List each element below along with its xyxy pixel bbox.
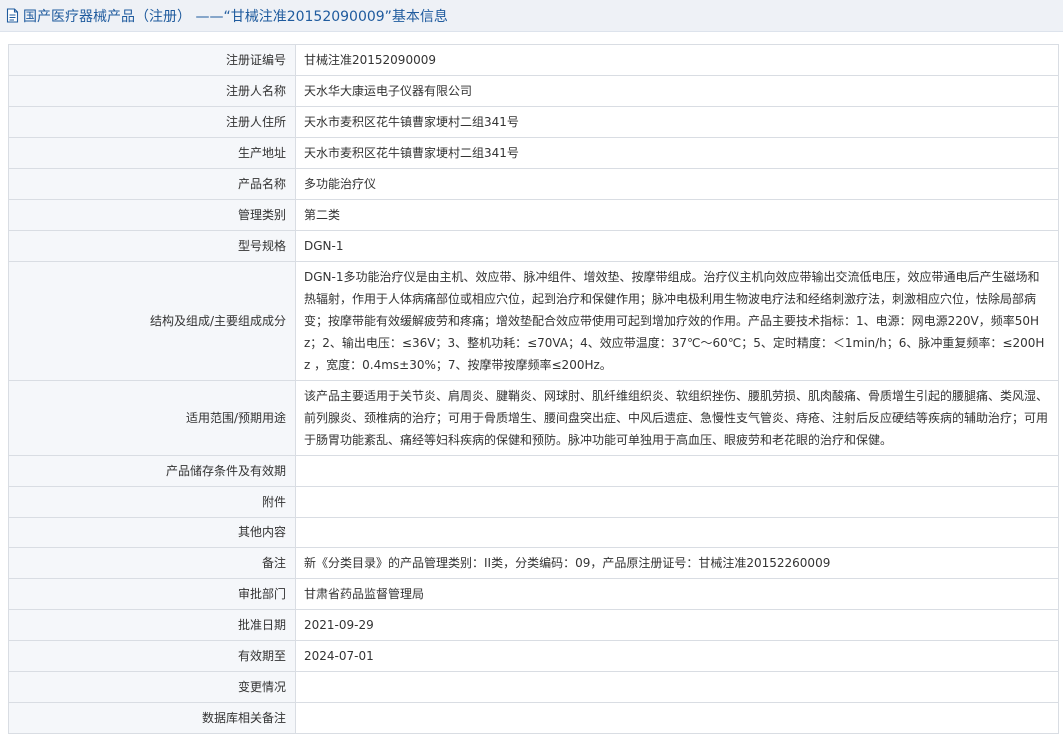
table-row: 产品储存条件及有效期 (8, 455, 1059, 487)
field-label: 注册证编号 (8, 44, 296, 76)
field-label: 备注 (8, 547, 296, 580)
table-row: 适用范围/预期用途 该产品主要适用于关节炎、肩周炎、腱鞘炎、网球肘、肌纤维组织炎… (8, 380, 1059, 456)
info-table: 注册证编号 甘械注准20152090009 注册人名称 天水华大康运电子仪器有限… (8, 44, 1059, 734)
field-value: 多功能治疗仪 (295, 168, 1059, 200)
field-value: 天水市麦积区花牛镇曹家埂村二组341号 (295, 106, 1059, 138)
table-row: 管理类别 第二类 (8, 199, 1059, 231)
field-label: 有效期至 (8, 640, 296, 673)
table-row: 备注 新《分类目录》的产品管理类别：II类，分类编码：09，产品原注册证号：甘械… (8, 547, 1059, 580)
table-row: 变更情况 (8, 671, 1059, 704)
table-row: 注册证编号 甘械注准20152090009 (8, 44, 1059, 76)
field-value (295, 702, 1059, 734)
table-row: 注册人名称 天水华大康运电子仪器有限公司 (8, 75, 1059, 107)
field-label: 批准日期 (8, 609, 296, 642)
field-label: 附件 (8, 485, 296, 518)
table-row: 有效期至 2024-07-01 (8, 640, 1059, 673)
field-label: 型号规格 (8, 230, 296, 262)
table-row: 批准日期 2021-09-29 (8, 609, 1059, 642)
field-value (295, 671, 1059, 704)
field-value: 甘肃省药品监督管理局 (295, 578, 1059, 611)
field-value: DGN-1多功能治疗仪是由主机、效应带、脉冲组件、增效垫、按摩带组成。治疗仪主机… (295, 261, 1059, 381)
field-label: 审批部门 (8, 578, 296, 611)
field-label: 结构及组成/主要组成成分 (8, 261, 296, 381)
field-label: 其他内容 (8, 516, 296, 549)
page-header: 国产医疗器械产品（注册） ——“甘械注准20152090009”基本信息 (0, 0, 1063, 32)
field-value: 天水华大康运电子仪器有限公司 (295, 75, 1059, 107)
table-row: 产品名称 多功能治疗仪 (8, 168, 1059, 200)
table-row: 其他内容 (8, 516, 1059, 549)
field-label: 生产地址 (8, 137, 296, 169)
field-value: 天水市麦积区花牛镇曹家埂村二组341号 (295, 137, 1059, 169)
field-label: 注册人住所 (8, 106, 296, 138)
field-value: DGN-1 (295, 230, 1059, 262)
field-value (295, 516, 1059, 549)
table-row: 数据库相关备注 (8, 702, 1059, 734)
table-row: 型号规格 DGN-1 (8, 230, 1059, 262)
field-label: 数据库相关备注 (8, 702, 296, 734)
field-value: 2021-09-29 (295, 609, 1059, 642)
field-label: 管理类别 (8, 199, 296, 231)
table-row: 附件 (8, 485, 1059, 518)
field-value: 第二类 (295, 199, 1059, 231)
table-row: 结构及组成/主要组成成分 DGN-1多功能治疗仪是由主机、效应带、脉冲组件、增效… (8, 261, 1059, 381)
field-label: 产品名称 (8, 168, 296, 200)
table-row: 审批部门 甘肃省药品监督管理局 (8, 578, 1059, 611)
field-label: 变更情况 (8, 671, 296, 704)
field-value: 甘械注准20152090009 (295, 44, 1059, 76)
page-title: 国产医疗器械产品（注册） ——“甘械注准20152090009”基本信息 (23, 8, 448, 25)
field-label: 适用范围/预期用途 (8, 380, 296, 456)
field-value: 该产品主要适用于关节炎、肩周炎、腱鞘炎、网球肘、肌纤维组织炎、软组织挫伤、腰肌劳… (295, 380, 1059, 456)
info-table-container: 注册证编号 甘械注准20152090009 注册人名称 天水华大康运电子仪器有限… (8, 44, 1059, 734)
field-value: 新《分类目录》的产品管理类别：II类，分类编码：09，产品原注册证号：甘械注准2… (295, 547, 1059, 580)
table-row: 注册人住所 天水市麦积区花牛镇曹家埂村二组341号 (8, 106, 1059, 138)
table-row: 生产地址 天水市麦积区花牛镇曹家埂村二组341号 (8, 137, 1059, 169)
field-label: 注册人名称 (8, 75, 296, 107)
field-value: 2024-07-01 (295, 640, 1059, 673)
field-value (295, 455, 1059, 487)
field-value (295, 485, 1059, 518)
field-label: 产品储存条件及有效期 (8, 455, 296, 487)
document-icon (6, 8, 19, 23)
